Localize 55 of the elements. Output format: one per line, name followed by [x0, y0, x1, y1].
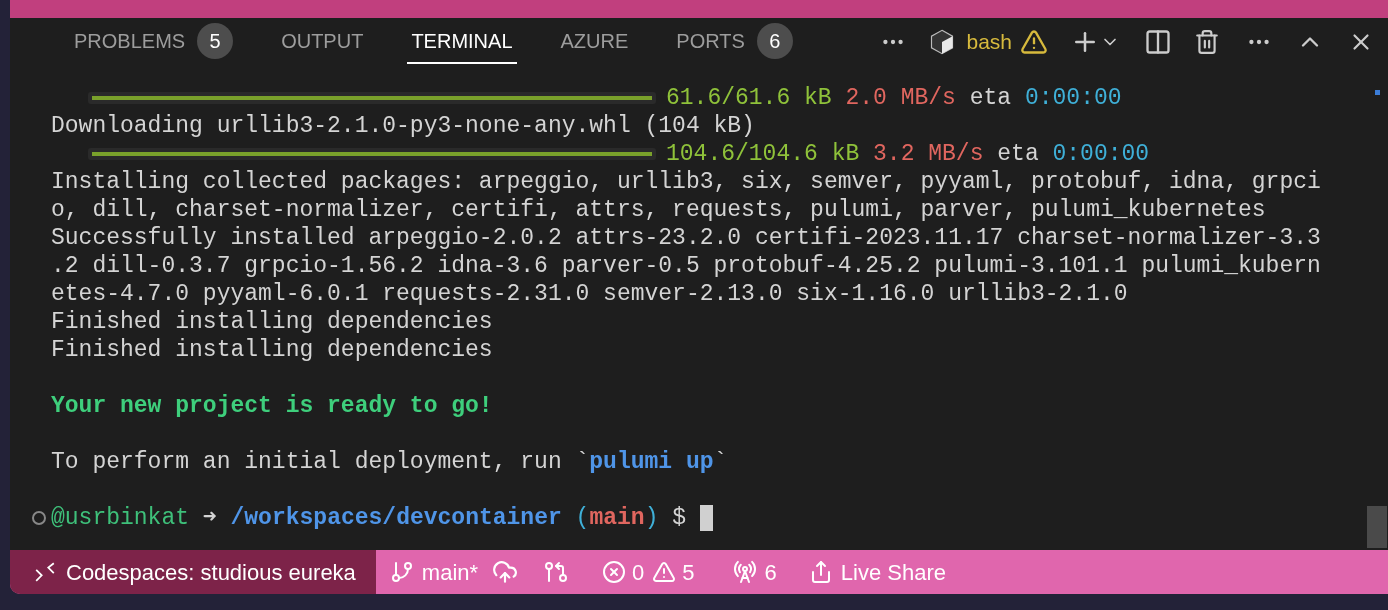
remote-indicator[interactable]: Codespaces: studious eureka: [10, 550, 376, 594]
prompt-paren: ): [644, 504, 659, 532]
terminal-text: 3.2 MB/s: [873, 140, 984, 168]
terminal-text: 104.6/104.6 kB: [666, 140, 860, 168]
command-text: pulumi up: [589, 448, 714, 476]
terminal-text: 0:00:00: [1052, 140, 1150, 168]
error-count: 0: [632, 558, 645, 587]
terminal-text: To perform an initial deployment, run `: [51, 448, 590, 476]
prompt-symbol: $: [672, 504, 687, 532]
panel-tab[interactable]: TERMINAL: [407, 20, 517, 64]
terminal-text: `: [713, 448, 728, 476]
remote-icon: [34, 561, 56, 583]
warning-count: 5: [682, 558, 695, 587]
terminal-text: Installing collected packages: arpeggio, urllib3, six, semver, pyyaml, protobuf, idna, grpci: [51, 168, 1321, 196]
scrollbar-thumb[interactable]: [1367, 506, 1387, 548]
live-share-button[interactable]: Live Share: [808, 555, 947, 589]
terminal-text: etes-4.7.0 pyyaml-6.0.1 requests-2.31.0 semver-2.13.0 six-1.16.0 urllib3-2.1.0: [51, 280, 1128, 308]
terminal-text: Successfully installed arpeggio-2.0.2 attrs-23.2.0 certifi-2023.11.17 charset-normalizer-3.3: [51, 224, 1321, 252]
prompt-user: @usrbinkat: [51, 504, 190, 532]
cloud-upload-icon[interactable]: [492, 559, 519, 585]
text-cursor: [699, 505, 713, 531]
terminal-text: eta: [969, 84, 1012, 112]
prompt-branch: main: [589, 504, 645, 532]
trash-icon[interactable]: [1194, 29, 1220, 55]
error-icon: [602, 560, 627, 584]
terminal-text: Finished installing dependencies: [51, 336, 493, 364]
scroll-marker: [1374, 90, 1380, 95]
branch-icon: [389, 560, 414, 584]
terminal-text: Your new project is ready to go!: [51, 392, 493, 420]
terminal-text: o, dill, charset-normalizer, certifi, attrs, requests, pulumi, parver, pulumi_kubernetes: [51, 196, 1266, 224]
terminal-text: .2 dill-0.3.7 grpcio-1.56.2 idna-3.6 parver-0.5 protobuf-4.25.2 pulumi-3.101.1 pulumi_kubern: [51, 252, 1321, 280]
ports-status[interactable]: 6: [732, 555, 777, 589]
warning-icon: [1020, 28, 1048, 56]
count-badge: 5: [197, 23, 234, 59]
panel-tab[interactable]: AZURE: [556, 20, 633, 64]
terminal-text: Downloading urllib3-2.1.0-py3-none-any.whl (104 kB): [51, 112, 755, 140]
shell-name[interactable]: bash: [966, 26, 1012, 58]
panel-tab[interactable]: OUTPUT: [277, 20, 368, 64]
terminal-text: Finished installing dependencies: [51, 308, 493, 336]
terminal-text: eta: [997, 140, 1039, 168]
pull-request-icon[interactable]: [544, 560, 569, 584]
count-badge: 6: [756, 23, 793, 59]
terminal-text: 2.0 MB/s: [845, 84, 956, 112]
terminal-text: 0:00:00: [1024, 84, 1122, 112]
prompt-paren: (: [575, 504, 590, 532]
warning-icon: [652, 560, 677, 584]
problems-status[interactable]: 0 5: [602, 555, 695, 589]
prompt-path: /workspaces/devcontainer: [230, 504, 562, 532]
panel-tab[interactable]: PORTS 6: [672, 20, 797, 64]
branch-status[interactable]: main*: [389, 555, 479, 589]
terminal-text: 61.6/61.6 kB: [666, 84, 832, 112]
antenna-icon: [732, 560, 757, 584]
prompt-arrow: ➜: [202, 504, 217, 532]
panel-tab[interactable]: PROBLEMS 5: [70, 20, 238, 64]
split-icon[interactable]: [1144, 28, 1172, 56]
